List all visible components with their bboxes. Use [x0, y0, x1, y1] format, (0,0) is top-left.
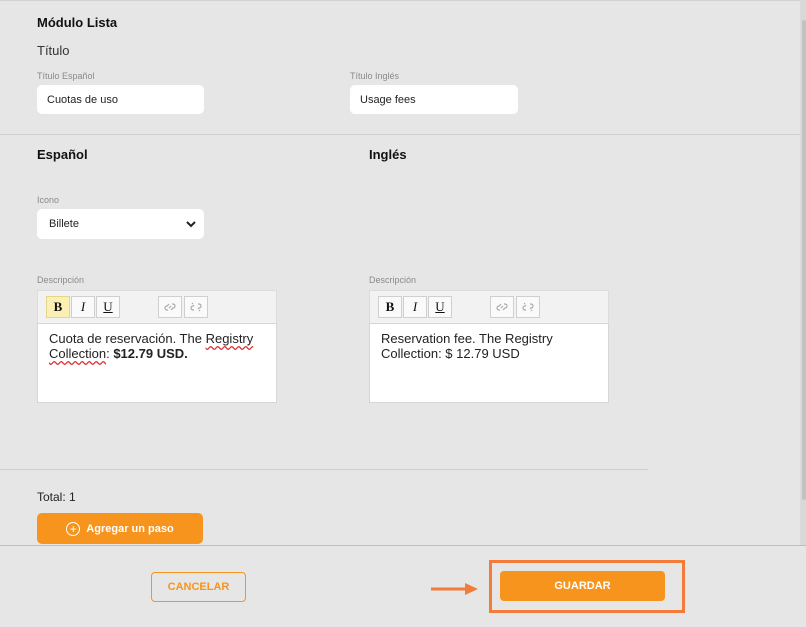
scrollbar[interactable] — [800, 0, 806, 545]
unlink-icon[interactable] — [516, 296, 540, 318]
editor-toolbar: B I U — [369, 290, 609, 323]
save-button[interactable]: GUARDAR — [500, 571, 665, 601]
top-divider — [0, 0, 800, 1]
title-subheading: Título — [37, 43, 70, 58]
module-form: Módulo Lista Título Título Español Títul… — [0, 0, 806, 545]
title-en-input[interactable] — [350, 85, 518, 114]
section-divider — [0, 134, 800, 135]
total-count: Total: 1 — [37, 490, 76, 504]
description-es-content[interactable]: Cuota de reservación. The Registry Colle… — [37, 323, 277, 403]
description-en-content[interactable]: Reservation fee. The Registry Collection… — [369, 323, 609, 403]
underline-button[interactable]: U — [96, 296, 120, 318]
add-step-button[interactable]: + Agregar un paso — [37, 513, 203, 544]
icon-label: Icono — [37, 195, 60, 205]
link-icon[interactable] — [158, 296, 182, 318]
title-es-input[interactable] — [37, 85, 204, 114]
title-es-label: Título Español — [37, 71, 95, 81]
description-es-text: Cuota de reservación. The — [49, 331, 206, 346]
description-es-label: Descripción — [37, 275, 85, 285]
editor-toolbar: B I U — [37, 290, 277, 323]
icon-select[interactable]: Billete — [37, 209, 204, 239]
description-en-label: Descripción — [369, 275, 417, 285]
bold-button[interactable]: B — [378, 296, 402, 318]
chevron-down-icon — [186, 209, 196, 251]
spanish-heading: Español — [37, 147, 88, 162]
italic-button[interactable]: I — [403, 296, 427, 318]
arrow-right-icon — [431, 583, 478, 595]
underline-button[interactable]: U — [428, 296, 452, 318]
description-es-bold: $12.79 USD. — [113, 346, 188, 361]
description-es-editor: B I U Cuota de reservación. The Registry… — [37, 290, 277, 403]
title-en-label: Título Inglés — [350, 71, 400, 81]
module-title: Módulo Lista — [37, 15, 118, 30]
icon-select-value: Billete — [49, 218, 79, 230]
steps-divider — [0, 469, 648, 470]
add-step-label: Agregar un paso — [86, 522, 174, 535]
english-heading: Inglés — [369, 147, 407, 162]
link-icon[interactable] — [490, 296, 514, 318]
bold-button[interactable]: B — [46, 296, 70, 318]
scrollbar-thumb[interactable] — [802, 20, 806, 500]
unlink-icon[interactable] — [184, 296, 208, 318]
italic-button[interactable]: I — [71, 296, 95, 318]
description-en-editor: B I U Reservation fee. The Registry Coll… — [369, 290, 609, 403]
footer-bar: CANCELAR GUARDAR — [0, 545, 806, 627]
plus-circle-icon: + — [66, 521, 81, 536]
cancel-button[interactable]: CANCELAR — [151, 572, 246, 602]
